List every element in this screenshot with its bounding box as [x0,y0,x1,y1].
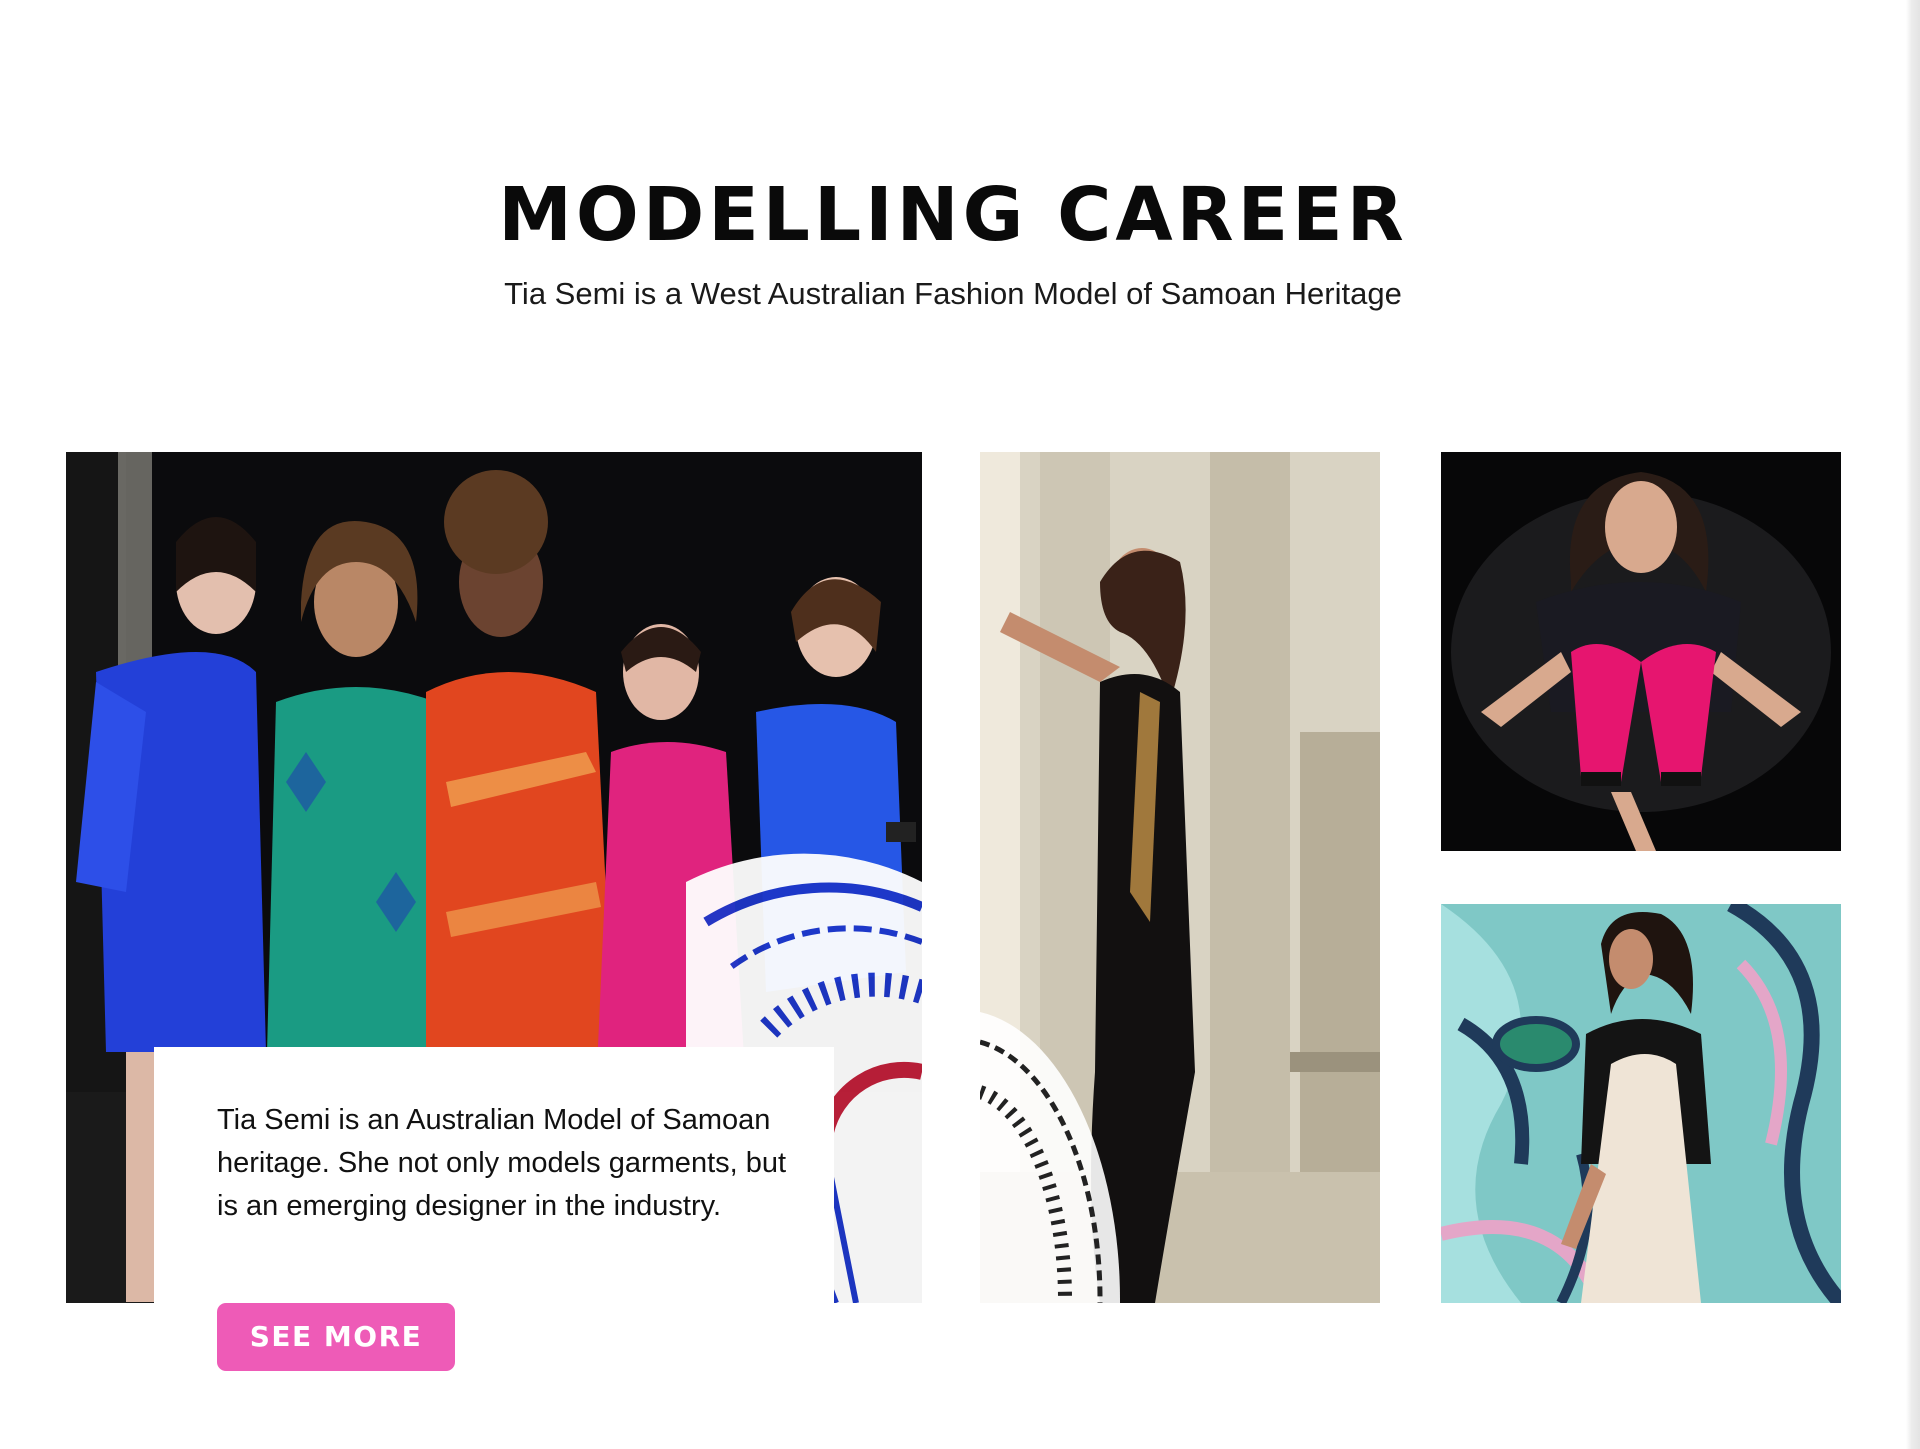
pink-pants-photo[interactable] [1441,452,1841,851]
modelling-career-page: MODELLING CAREER Tia Semi is a West Aust… [0,0,1920,1449]
black-gown-image [980,452,1380,1303]
pink-pants-image [1441,452,1841,851]
mural-image [1441,904,1841,1303]
black-gown-photo[interactable] [980,452,1380,1303]
scrollbar-edge[interactable] [1906,0,1920,1449]
see-more-button[interactable]: SEE MORE [217,1303,455,1371]
feature-text-card: Tia Semi is an Australian Model of Samoa… [154,1047,834,1307]
section-title: MODELLING CAREER [498,172,1408,258]
section-subtitle: Tia Semi is a West Australian Fashion Mo… [504,276,1402,311]
feature-description: Tia Semi is an Australian Model of Samoa… [217,1104,787,1222]
mural-photo[interactable] [1441,904,1841,1303]
